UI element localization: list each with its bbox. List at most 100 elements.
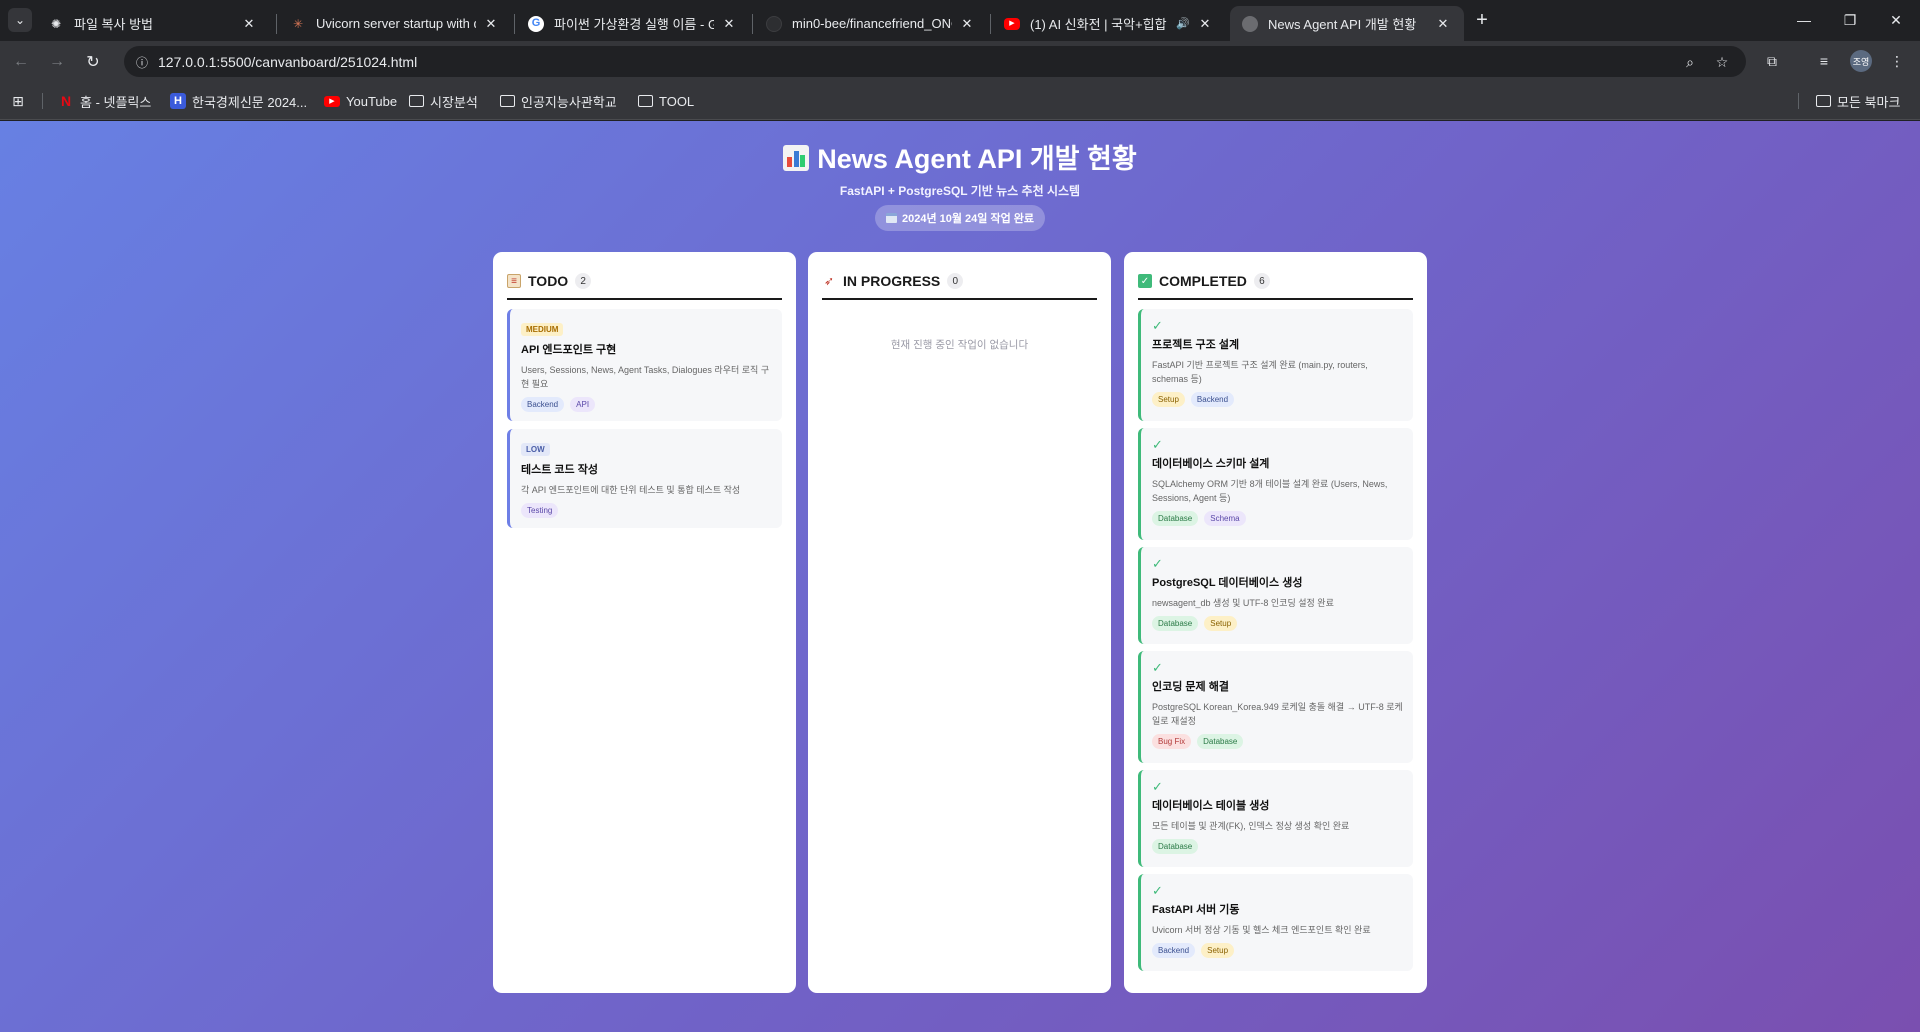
tag: Backend: [1152, 943, 1196, 958]
zoom-icon[interactable]: ⌕: [1680, 52, 1700, 72]
tag-list: Testing: [521, 503, 772, 518]
task-card[interactable]: ✓ 프로젝트 구조 설계 FastAPI 기반 프로젝트 구조 설계 완료 (m…: [1138, 309, 1413, 421]
tag-list: Backend Setup: [1152, 943, 1403, 958]
checkmark-icon: ✓: [1152, 779, 1163, 794]
tag: Database: [1152, 839, 1199, 854]
tab-title: 파일 복사 방법: [74, 17, 153, 32]
column-title: COMPLETED: [1159, 273, 1247, 289]
task-card[interactable]: ✓ 인코딩 문제 해결 PostgreSQL Korean_Korea.949 …: [1138, 651, 1413, 763]
column-count: 2: [575, 273, 592, 289]
all-bookmarks[interactable]: 모든 북마크: [1816, 90, 1900, 112]
task-card[interactable]: ✓ 데이터베이스 테이블 생성 모든 테이블 및 관계(FK), 인덱스 정상 …: [1138, 770, 1413, 867]
empty-state-message: 현재 진행 중인 작업이 없습니다: [890, 339, 1029, 351]
close-icon[interactable]: ✕: [482, 16, 500, 32]
task-card[interactable]: LOW 테스트 코드 작성 각 API 엔드포인트에 대한 단위 테스트 및 통…: [507, 429, 782, 528]
back-arrow-icon[interactable]: ←: [8, 49, 34, 75]
checkmark-icon: ✓: [1152, 883, 1163, 898]
card-description: Users, Sessions, News, Agent Tasks, Dial…: [521, 365, 770, 389]
bookmark-folder-tool[interactable]: TOOL: [638, 90, 694, 112]
page-subtitle: FastAPI + PostgreSQL 기반 뉴스 추천 시스템: [839, 184, 1081, 198]
reload-icon[interactable]: ↻: [80, 49, 106, 75]
task-card[interactable]: ✓ 데이터베이스 스키마 설계 SQLAlchemy ORM 기반 8개 테이블…: [1138, 428, 1413, 540]
close-icon[interactable]: ✕: [720, 16, 738, 32]
tag: Setup: [1152, 392, 1185, 407]
tab-2[interactable]: G 파이썬 가상환경 실행 이름 - G ✕: [516, 6, 750, 41]
task-card[interactable]: ✓ PostgreSQL 데이터베이스 생성 newsagent_db 생성 및…: [1138, 547, 1413, 644]
close-icon[interactable]: ✕: [958, 16, 976, 32]
google-icon: G: [528, 15, 544, 32]
card-description: FastAPI 기반 프로젝트 구조 설계 완료 (main.py, route…: [1152, 360, 1368, 384]
window-close-icon[interactable]: ✕: [1873, 0, 1919, 40]
task-card[interactable]: MEDIUM API 엔드포인트 구현 Users, Sessions, New…: [507, 309, 782, 421]
bookmark-hankyung[interactable]: H 한국경제신문 2024...: [170, 90, 307, 112]
card-title: FastAPI 서버 기동: [1152, 904, 1240, 916]
tag-list: Bug Fix Database: [1152, 734, 1403, 749]
speaker-icon[interactable]: 🔊: [1176, 17, 1190, 30]
tag: Schema: [1204, 511, 1246, 526]
tag-list: Database Schema: [1152, 511, 1403, 526]
bookmark-label: TOOL: [659, 93, 695, 109]
tag-list: Backend API: [521, 397, 772, 412]
address-bar[interactable]: ⓘ 127.0.0.1:5500/canvanboard/251024.html…: [124, 46, 1746, 77]
site-info-icon[interactable]: ⓘ: [132, 52, 152, 72]
tab-title: min0-bee/financefriend_ONOF: [792, 16, 952, 31]
forward-arrow-icon[interactable]: →: [44, 49, 70, 75]
bookmark-netflix[interactable]: N 홈 - 넷플릭스: [58, 90, 151, 112]
folder-icon: [409, 95, 424, 107]
card-description: Uvicorn 서버 정상 기동 및 헬스 체크 엔드포인트 확인 완료: [1152, 925, 1371, 935]
bookmark-folder-ai[interactable]: 인공지능사관학교: [500, 90, 617, 112]
tab-3[interactable]: min0-bee/financefriend_ONOF ✕: [754, 6, 988, 41]
tab-search-chevron-icon[interactable]: ⌄: [8, 8, 32, 32]
tab-title: (1) AI 신화전 | 국악+힙합: [1030, 17, 1167, 32]
tag: API: [570, 397, 596, 412]
close-icon[interactable]: ✕: [1434, 16, 1452, 32]
restore-icon[interactable]: ❐: [1827, 0, 1873, 40]
tab-1[interactable]: ✳ Uvicorn server startup with da ✕: [278, 6, 512, 41]
bookmark-divider: [1798, 93, 1799, 109]
bookmark-star-icon[interactable]: ☆: [1712, 52, 1732, 72]
url-text[interactable]: 127.0.0.1:5500/canvanboard/251024.html: [158, 54, 417, 70]
tag-list: Database: [1152, 839, 1403, 854]
tab-5-active[interactable]: News Agent API 개발 현황 ✕: [1230, 6, 1464, 41]
tab-title: News Agent API 개발 현황: [1268, 17, 1417, 32]
github-icon: [766, 15, 782, 32]
bookmark-youtube[interactable]: ▶ YouTube: [324, 90, 397, 112]
more-menu-icon[interactable]: ⋮: [1886, 50, 1908, 72]
bookmark-label: 인공지능사관학교: [521, 94, 617, 110]
column-count: 0: [947, 273, 964, 289]
date-badge: 2024년 10월 24일 작업 완료: [875, 205, 1045, 231]
card-title: 데이터베이스 스키마 설계: [1152, 458, 1270, 470]
column-count: 6: [1253, 273, 1270, 289]
tag: Database: [1152, 511, 1199, 526]
todo-column: ≡ TODO 2 MEDIUM API 엔드포인트 구현 Users, Sess…: [493, 252, 796, 993]
profile-avatar[interactable]: 조영: [1850, 50, 1872, 72]
media-controls-icon[interactable]: ≡: [1813, 50, 1835, 72]
page-title: News Agent API 개발 현황: [817, 144, 1137, 174]
new-tab-plus-icon[interactable]: +: [1470, 8, 1494, 32]
date-badge-text: 2024년 10월 24일 작업 완료: [901, 213, 1034, 225]
tag-list: Database Setup: [1152, 616, 1403, 631]
apps-grid-icon[interactable]: ⊞: [10, 90, 26, 112]
tag: Backend: [1190, 392, 1235, 407]
extensions-icon[interactable]: ⧉: [1761, 50, 1783, 72]
bookmark-divider: [42, 93, 43, 109]
priority-badge: LOW: [521, 443, 550, 456]
tab-title: Uvicorn server startup with da: [316, 16, 476, 31]
bookmark-folder-market[interactable]: 시장분석: [409, 90, 478, 112]
close-icon[interactable]: ✕: [1196, 16, 1214, 32]
close-icon[interactable]: ✕: [240, 16, 258, 32]
column-title: IN PROGRESS: [843, 273, 941, 289]
bar-chart-icon: [783, 145, 810, 171]
tab-0[interactable]: ✺ 파일 복사 방법 ✕: [36, 6, 270, 41]
checkmark-icon: ✓: [1152, 437, 1163, 452]
folder-icon: [1816, 95, 1831, 107]
tab-divider: [990, 14, 991, 34]
youtube-icon: ▶: [324, 95, 340, 107]
calendar-icon: [885, 213, 897, 223]
task-card[interactable]: ✓ FastAPI 서버 기동 Uvicorn 서버 정상 기동 및 헬스 체크…: [1138, 874, 1413, 971]
minimize-icon[interactable]: —: [1781, 0, 1827, 40]
column-header: ≡ TODO 2: [507, 264, 782, 300]
tab-4[interactable]: ▶ (1) AI 신화전 | 국악+힙합 🔊 ✕: [992, 6, 1226, 41]
openai-icon: ✺: [50, 16, 62, 31]
card-title: 인코딩 문제 해결: [1152, 681, 1229, 693]
